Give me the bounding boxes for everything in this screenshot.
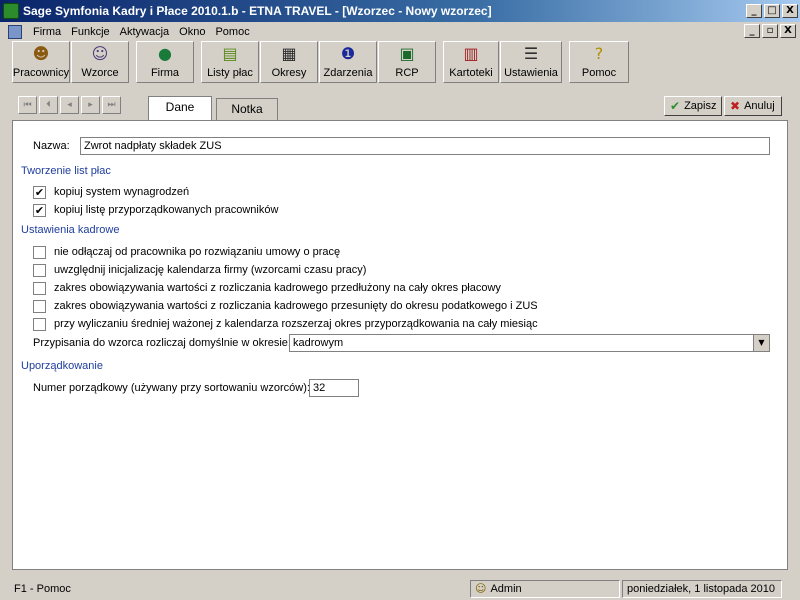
section-hr: Ustawienia kadrowe (21, 223, 781, 237)
maximize-button[interactable]: □ (764, 4, 780, 18)
menu-okno[interactable]: Okno (174, 26, 210, 38)
copy-pay-system-checkbox[interactable]: ✔ (33, 185, 46, 199)
section-order: Uporządkowanie (21, 359, 781, 373)
app-icon (3, 3, 19, 19)
toolbar-pomoc-button[interactable]: ? Pomoc (569, 41, 629, 83)
weighted-average-checkbox[interactable] (33, 317, 46, 331)
toolbar-rcp-button[interactable]: ▣ RCP (378, 41, 436, 83)
status-help-text: F1 - Pomoc (14, 583, 71, 595)
assign-period-select[interactable]: kadrowym ▼ (289, 334, 770, 352)
info-icon: ❶ (340, 44, 356, 63)
order-row: Numer porządkowy (używany przy sortowani… (33, 379, 310, 397)
menu-pomoc[interactable]: Pomoc (210, 26, 254, 38)
toolbar-zdarzenia-button[interactable]: ❶ Zdarzenia (319, 41, 377, 83)
user-icon: ☺ (475, 582, 487, 595)
title-bar: Sage Symfonia Kadry i Płace 2010.1.b - E… (0, 0, 800, 22)
nav-last-icon[interactable]: ⏭ (102, 96, 121, 114)
order-label: Numer porządkowy (używany przy sortowani… (33, 382, 310, 394)
toolbar-firma-button[interactable]: ● Firma (136, 41, 194, 83)
status-bar: F1 - Pomoc ☺ Admin poniedziałek, 1 listo… (0, 578, 800, 600)
tab-notka[interactable]: Notka (216, 98, 278, 120)
template-icon: ☺ (91, 44, 109, 63)
nav-prev-icon[interactable]: ◂ (60, 96, 79, 114)
status-user: ☺ Admin (470, 580, 620, 598)
minimize-button[interactable]: _ (746, 4, 762, 18)
help-icon: ? (594, 44, 604, 63)
nav-first-icon[interactable]: ⏮ (18, 96, 37, 114)
hr-option-row: zakres obowiązywania wartości z rozlicza… (33, 279, 501, 297)
mdi-restore-button[interactable]: ▫ (762, 24, 778, 38)
hr-option-row: uwzględnij inicjalizację kalendarza firm… (33, 261, 366, 279)
hr-option-row: zakres obowiązywania wartości z rozlicza… (33, 297, 538, 315)
close-button[interactable]: X (782, 4, 798, 18)
payroll-option-row: ✔ kopiuj system wynagrodzeń (33, 185, 190, 199)
name-input[interactable]: Zwrot nadpłaty składek ZUS (80, 137, 770, 155)
toolbar-listy-plac-button[interactable]: ▤ Listy płac (201, 41, 259, 83)
copy-employee-list-checkbox[interactable]: ✔ (33, 203, 46, 217)
status-date: poniedziałek, 1 listopada 2010 (622, 580, 782, 598)
cancel-button[interactable]: ✖ Anuluj (724, 96, 782, 116)
nav-next-icon[interactable]: ▸ (81, 96, 100, 114)
people-icon: ☻ (32, 44, 50, 63)
rcp-icon: ▣ (399, 44, 415, 63)
hr-option-row: nie odłączaj od pracownika po rozwiązani… (33, 243, 340, 261)
no-detach-checkbox[interactable] (33, 245, 46, 259)
mdi-close-button[interactable]: X (780, 24, 796, 38)
save-button[interactable]: ✔ Zapisz (664, 96, 722, 116)
form-panel: Nazwa: Zwrot nadpłaty składek ZUS Tworze… (12, 120, 788, 570)
menu-aktywacja[interactable]: Aktywacja (115, 26, 175, 38)
mdi-minimize-button[interactable]: _ (744, 24, 760, 38)
assign-period-label: Przypisania do wzorca rozliczaj domyślni… (33, 337, 291, 349)
payroll-option-row: ✔ kopiuj listę przyporządkowanych pracow… (33, 203, 279, 217)
globe-icon: ● (158, 44, 172, 63)
extend-payroll-period-checkbox[interactable] (33, 281, 46, 295)
document-icon[interactable] (8, 24, 22, 39)
tab-dane[interactable]: Dane (148, 96, 212, 120)
toolbar-kartoteki-button[interactable]: ▥ Kartoteki (443, 41, 499, 83)
menu-firma[interactable]: Firma (28, 26, 66, 38)
check-icon: ✔ (670, 99, 681, 113)
record-nav-row: ⏮ ⏴ ◂ ▸ ⏭ Dane Notka ✔ Zapisz ✖ Anuluj (0, 96, 800, 120)
calendar-init-checkbox[interactable] (33, 263, 46, 277)
name-row: Nazwa: (33, 137, 70, 155)
menu-funkcje[interactable]: Funkcje (66, 26, 115, 38)
shift-tax-period-checkbox[interactable] (33, 299, 46, 313)
sliders-icon: ☰ (523, 44, 539, 63)
toolbar-wzorce-button[interactable]: ☺ Wzorce (71, 41, 129, 83)
money-icon: ▤ (222, 44, 238, 63)
toolbar-ustawienia-button[interactable]: ☰ Ustawienia (500, 41, 562, 83)
nav-prev-page-icon[interactable]: ⏴ (39, 96, 58, 114)
chevron-down-icon[interactable]: ▼ (753, 335, 769, 351)
name-label: Nazwa: (33, 140, 70, 152)
section-payroll: Tworzenie list płac (21, 164, 781, 178)
window-title: Sage Symfonia Kadry i Płace 2010.1.b - E… (23, 4, 492, 18)
files-icon: ▥ (463, 44, 479, 63)
order-number-input[interactable]: 32 (309, 379, 359, 397)
assign-period-row: Przypisania do wzorca rozliczaj domyślni… (33, 334, 291, 352)
hr-option-row: przy wyliczaniu średniej ważonej z kalen… (33, 315, 538, 333)
toolbar-okresy-button[interactable]: ▦ Okresy (260, 41, 318, 83)
cross-icon: ✖ (730, 99, 741, 113)
toolbar-pracownicy-button[interactable]: ☻ Pracownicy (12, 41, 70, 83)
main-toolbar: ☻ Pracownicy ☺ Wzorce ● Firma ▤ Listy pł… (0, 41, 800, 87)
menu-bar: Firma Funkcje Aktywacja Okno Pomoc _ ▫ X (0, 22, 800, 41)
calendar-icon: ▦ (281, 44, 297, 63)
